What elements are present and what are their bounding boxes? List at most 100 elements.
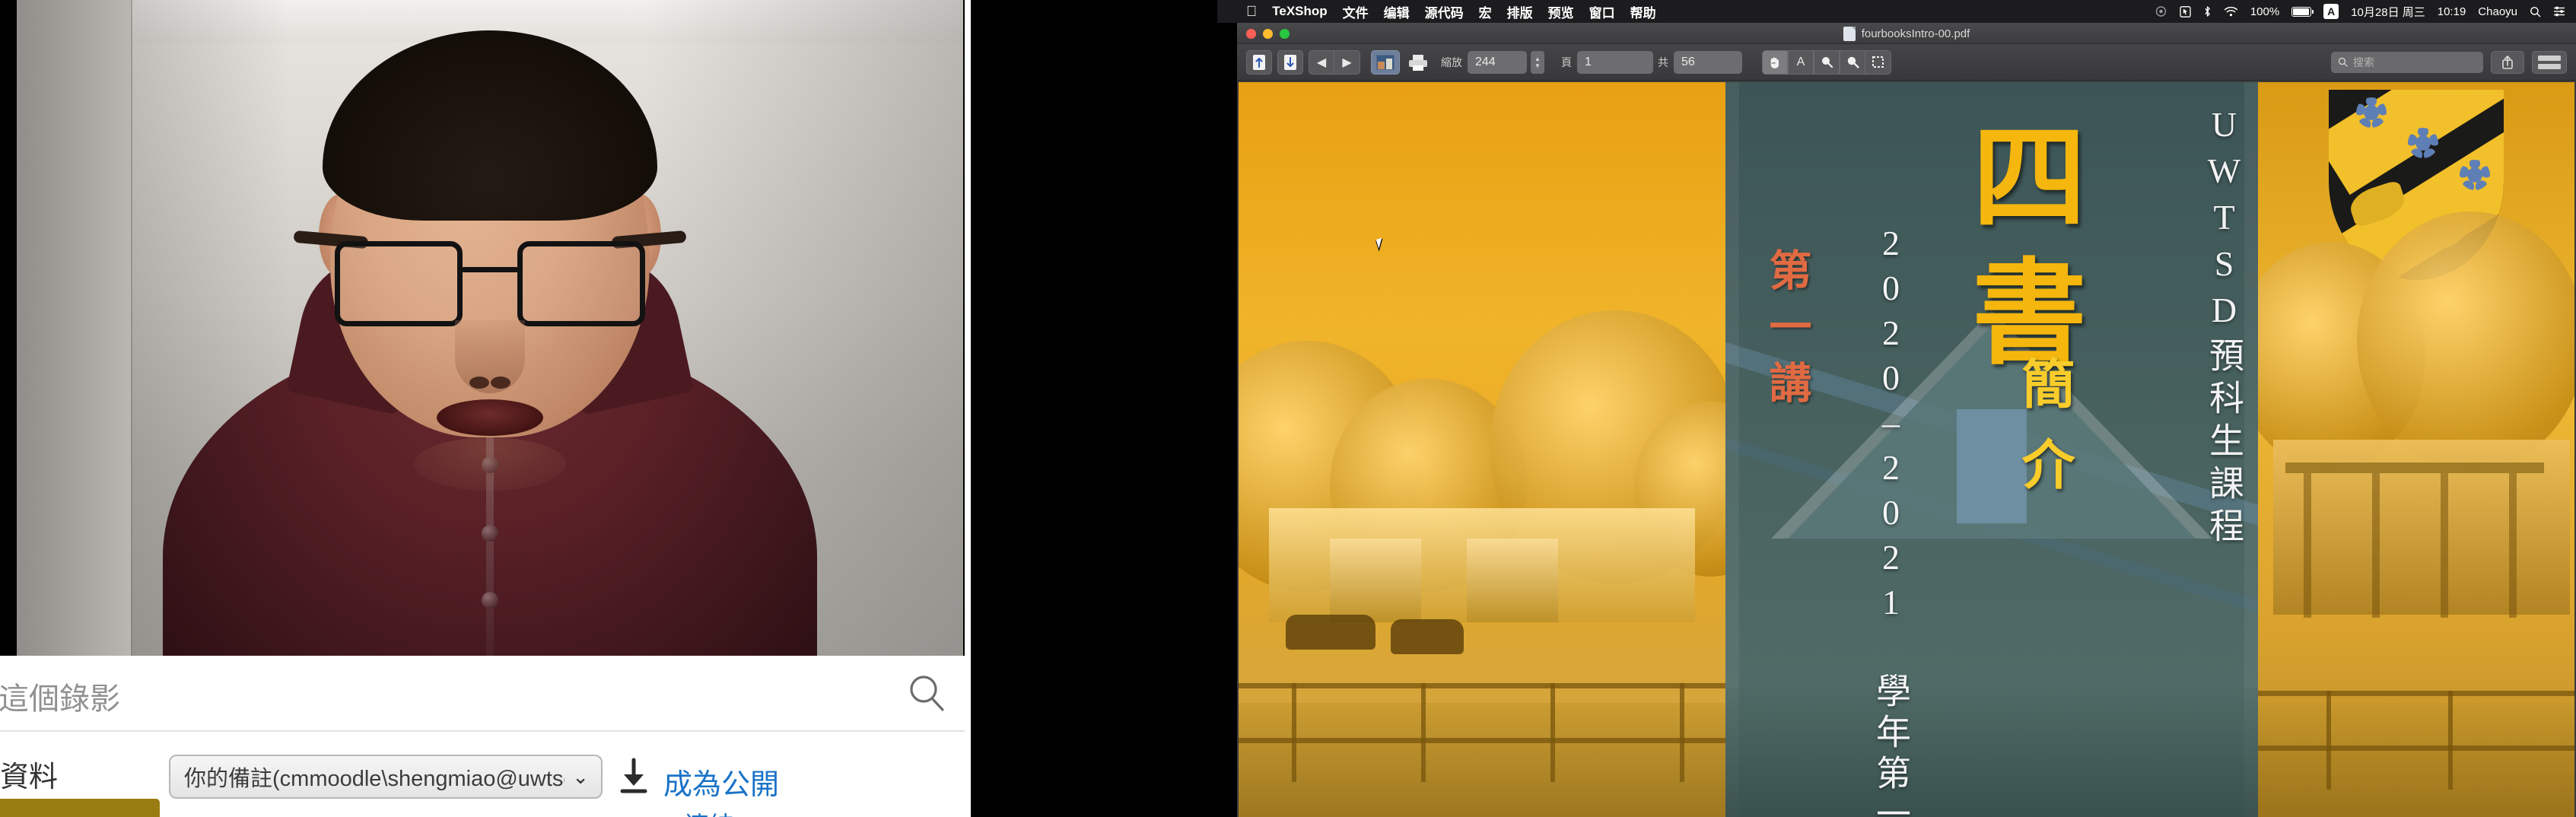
speaker-button [482, 525, 498, 542]
webcam-video[interactable] [17, 0, 963, 656]
menubar-date[interactable]: 10月28日 周三 [2351, 4, 2425, 20]
shared-mac-screen:  TeXShop 文件 编辑 源代码 宏 排版 预览 窗口 帮助 [1217, 0, 2576, 817]
print-button[interactable] [1405, 50, 1431, 75]
window-title: fourbooksIntro-00.pdf [1861, 27, 1970, 40]
pdf-document-icon [1843, 26, 1856, 41]
nostril-right [491, 377, 510, 389]
total-pages-label: 共 [1658, 56, 1668, 68]
eyeglasses [330, 241, 650, 332]
slide-lecture-number: 第一講 [1763, 248, 1810, 417]
next-document-button[interactable] [1277, 49, 1303, 75]
window-titlebar[interactable]: fourbooksIntro-00.pdf [1237, 23, 2576, 44]
nostril-left [469, 377, 489, 389]
menu-source[interactable]: 源代码 [1425, 2, 1464, 21]
search-recording-row: 索這個錄影 [0, 656, 965, 732]
menubar-status-items: 100% A 10月28日 周三 10:19 Chaoyu [2155, 0, 2565, 23]
slide-photo-right [2258, 82, 2574, 817]
details-label: 細資料 [0, 761, 59, 793]
speaker-chin [414, 437, 566, 491]
primary-action-button[interactable] [0, 799, 160, 817]
battery-icon[interactable] [2291, 6, 2314, 17]
text-select-icon[interactable]: A [1788, 49, 1814, 75]
speaker-nose [455, 320, 525, 393]
airplay-icon[interactable] [2155, 6, 2167, 17]
share-icon[interactable] [2491, 50, 2524, 74]
pdf-page-view[interactable]: 第一講 2020–2021 學年第一學期 四書 簡介 UWTSD預科生課程 [1239, 82, 2574, 817]
toolbar-right-group: 搜索 [2331, 50, 2567, 74]
zoom-stepper[interactable]: ▲ ▼ [1531, 50, 1544, 74]
preview-thumbnail-button[interactable] [1371, 49, 1400, 75]
pdf-toolbar: ◀ ▶ 縮放 244 ▲ ▼ 頁 1 共 56 A 搜索 [1237, 44, 2576, 81]
menu-macro[interactable]: 宏 [1479, 2, 1492, 21]
slide-title-main: 四書 [1955, 117, 2081, 388]
slide-photo-left [1239, 82, 1725, 817]
previous-document-button[interactable] [1246, 49, 1272, 75]
speaker [110, 0, 870, 656]
menu-file[interactable]: 文件 [1343, 2, 1369, 21]
menu-typeset[interactable]: 排版 [1507, 2, 1533, 21]
control-center-icon[interactable] [2553, 6, 2565, 17]
menu-window[interactable]: 窗口 [1589, 2, 1615, 21]
menubar-left:  TeXShop 文件 编辑 源代码 宏 排版 预览 窗口 帮助 [1217, 2, 1656, 21]
apple-menu-icon[interactable]:  [1246, 5, 1257, 19]
make-public-sub-link[interactable]: 連結 [685, 806, 733, 817]
slide-term-line: 2020–2021 學年第一學期 [1872, 224, 1910, 817]
speaker-button [482, 592, 498, 609]
magic-select-icon[interactable] [1814, 49, 1840, 75]
magnifier-icon[interactable] [1840, 49, 1865, 75]
slide-university-line: UWTSD預科生課程 [2205, 105, 2244, 550]
slide-title-sub: 簡介 [2014, 356, 2072, 517]
sidebar-toggle-icon[interactable] [2532, 50, 2567, 74]
menu-help[interactable]: 帮助 [1630, 2, 1656, 21]
bluetooth-icon[interactable] [2203, 5, 2212, 17]
speaker-hair [323, 30, 657, 221]
lens-left [335, 241, 463, 326]
menu-edit[interactable]: 编辑 [1384, 2, 1410, 21]
menubar-time[interactable]: 10:19 [2438, 5, 2466, 18]
page-number-field[interactable]: 1 [1577, 50, 1653, 74]
slide-photo-middle: 第一講 2020–2021 學年第一學期 四書 簡介 UWTSD預科生課程 [1725, 82, 2258, 817]
page-label: 頁 [1561, 56, 1572, 68]
pdf-search-field[interactable]: 搜索 [2331, 51, 2483, 73]
zoom-value-field[interactable]: 244 [1468, 50, 1527, 74]
slide-ground-left [1239, 703, 1725, 817]
forward-button[interactable]: ▶ [1334, 49, 1360, 75]
black-background-gap [971, 0, 1217, 817]
pdf-search-placeholder: 搜索 [2353, 56, 2374, 68]
window-title-wrap: fourbooksIntro-00.pdf [1237, 23, 2576, 44]
account-select[interactable]: 你的備註(cmmoodle\shengmiao@uwtsd.ac.uk) ⌄ [169, 755, 603, 799]
download-icon[interactable] [618, 758, 650, 796]
slide-ground-right [2258, 703, 2574, 817]
battery-percent-label: 100% [2250, 5, 2280, 18]
display-icon[interactable] [2180, 5, 2191, 17]
screenshot-root: 索這個錄影 細資料 你的備註(cmmoodle\shengmiao@uwtsd.… [0, 0, 2576, 817]
video-stage [0, 0, 965, 656]
zoom-label: 縮放 [1441, 56, 1462, 68]
account-select-value: 你的備註(cmmoodle\shengmiao@uwtsd.ac.uk) [184, 767, 564, 791]
search-input[interactable]: 索這個錄影 [0, 674, 120, 718]
chevron-down-icon: ⌄ [572, 765, 589, 788]
menu-preview[interactable]: 预览 [1548, 2, 1574, 21]
mouse-cursor [1375, 237, 1389, 252]
hand-icon[interactable] [1762, 49, 1788, 75]
menubar-user[interactable]: Chaoyu [2478, 5, 2517, 18]
make-public-link[interactable]: 成為公開 [663, 761, 779, 803]
search-icon[interactable] [905, 672, 948, 714]
details-row: 細資料 你的備註(cmmoodle\shengmiao@uwtsd.ac.uk)… [0, 733, 965, 817]
tool-mode-group: A [1762, 49, 1891, 75]
menu-app-texshop[interactable]: TeXShop [1272, 4, 1327, 19]
page-nav-group: ◀ ▶ [1309, 49, 1360, 75]
speaker-mouth [437, 399, 543, 436]
search-icon[interactable] [2530, 6, 2541, 17]
back-button[interactable]: ◀ [1309, 49, 1334, 75]
mac-menubar:  TeXShop 文件 编辑 源代码 宏 排版 预览 窗口 帮助 [1217, 0, 2576, 23]
input-method-badge[interactable]: A [2323, 4, 2339, 19]
lens-right [517, 241, 645, 326]
texshop-window: fourbooksIntro-00.pdf ◀ ▶ 縮放 244 ▲ ▼ 頁 1… [1237, 23, 2576, 817]
glasses-bridge [461, 267, 519, 272]
recording-panel: 索這個錄影 細資料 你的備註(cmmoodle\shengmiao@uwtsd.… [0, 0, 965, 817]
panel-divider [965, 0, 971, 817]
marquee-icon[interactable] [1865, 49, 1891, 75]
total-pages-value: 56 [1674, 50, 1742, 74]
wifi-icon[interactable] [2224, 6, 2238, 17]
